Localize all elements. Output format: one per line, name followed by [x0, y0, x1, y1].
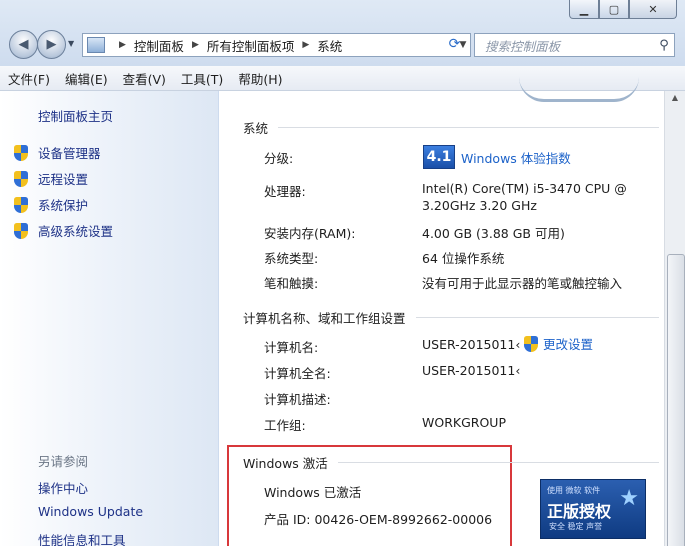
task-pane: 控制面板主页 设备管理器 远程设置 系统保护 高级系统设置 另请参阅 操作中心 … — [0, 91, 218, 546]
divider — [337, 462, 659, 463]
star-icon: ★ — [619, 486, 639, 511]
link-performance[interactable]: 性能信息和工具 — [38, 530, 126, 546]
scroll-thumb[interactable] — [667, 254, 685, 546]
section-title: 系统 — [243, 121, 269, 136]
workgroup-label: 工作组: — [264, 418, 306, 433]
menu-edit[interactable]: 编辑(E) — [57, 69, 115, 88]
refresh-button[interactable]: ⟳ — [441, 33, 468, 55]
forward-arrow-icon: ▶ — [46, 37, 57, 52]
task-system-protection[interactable]: 系统保护 — [14, 195, 88, 214]
forward-button[interactable]: ▶ — [37, 30, 66, 59]
breadcrumb-separator-icon[interactable]: ▶ — [302, 40, 309, 50]
breadcrumb-separator-icon[interactable]: ▶ — [192, 40, 199, 50]
maximize-icon: ▢ — [608, 2, 620, 16]
divider — [415, 317, 659, 318]
address-bar[interactable]: ▶ 控制面板 ▶ 所有控制面板项 ▶ 系统 ▼ — [82, 33, 471, 57]
menu-help[interactable]: 帮助(H) — [230, 69, 289, 88]
genuine-top-text: 使用 微软 软件 — [547, 486, 601, 495]
menu-view[interactable]: 查看(V) — [115, 69, 173, 88]
task-remote-settings[interactable]: 远程设置 — [14, 169, 88, 188]
caption-buttons: ▁ ▢ ✕ — [569, 0, 677, 19]
full-name-label: 计算机全名: — [264, 366, 331, 381]
recent-pages-dropdown-icon[interactable]: ▼ — [68, 39, 74, 48]
windows-logo-fragment — [519, 77, 639, 102]
minimize-button[interactable]: ▁ — [569, 0, 599, 19]
breadcrumb-control-panel[interactable]: 控制面板 — [134, 36, 184, 55]
search-box[interactable]: 搜索控制面板 ⚲ — [474, 33, 675, 57]
computer-name-label: 计算机名: — [264, 340, 319, 355]
full-name-value: USER-2015011‹ — [422, 363, 521, 378]
experience-index-link[interactable]: Windows 体验指数 — [461, 148, 571, 167]
uac-shield-icon — [14, 144, 28, 161]
section-computer-name: 计算机名称、域和工作组设置 — [243, 308, 663, 327]
close-icon: ✕ — [648, 2, 658, 16]
link-windows-update[interactable]: Windows Update — [38, 504, 143, 519]
control-panel-icon — [87, 37, 105, 53]
search-icon[interactable]: ⚲ — [654, 38, 674, 53]
uac-shield-icon — [14, 196, 28, 213]
section-title: Windows 激活 — [243, 456, 328, 471]
ram-label: 安装内存(RAM): — [264, 226, 356, 241]
rating-label: 分级: — [264, 151, 294, 166]
close-button[interactable]: ✕ — [629, 0, 677, 19]
search-input[interactable]: 搜索控制面板 — [485, 36, 654, 55]
description-label: 计算机描述: — [264, 392, 331, 407]
control-panel-window: ▁ ▢ ✕ ◀ ▶ ▼ ▶ 控制面板 ▶ 所有控制面板项 ▶ 系统 ▼ ⟳ 搜索… — [0, 0, 685, 546]
breadcrumb-system[interactable]: 系统 — [317, 36, 342, 55]
experience-index[interactable]: 4.1 Windows 体验指数 — [423, 145, 571, 169]
link-action-center[interactable]: 操作中心 — [38, 478, 88, 497]
activation-status: Windows 已激活 — [264, 485, 362, 500]
cpu-value-speed: 3.20GHz 3.20 GHz — [422, 198, 537, 213]
control-panel-home-link[interactable]: 控制面板主页 — [38, 106, 113, 125]
change-settings-link[interactable]: 更改设置 — [524, 334, 593, 353]
genuine-software-badge[interactable]: 使用 微软 软件 正版授权 安全 稳定 声誉 ★ — [540, 479, 646, 539]
section-system: 系统 — [243, 118, 663, 137]
change-settings-label[interactable]: 更改设置 — [543, 334, 593, 353]
system-type-label: 系统类型: — [264, 251, 319, 266]
vertical-scrollbar[interactable]: ▲ — [664, 91, 685, 546]
system-details-pane: 系统 分级: 4.1 Windows 体验指数 处理器: Intel(R) Co… — [219, 91, 665, 546]
genuine-bottom-text: 安全 稳定 声誉 — [549, 522, 603, 531]
pen-touch-value: 没有可用于此显示器的笔或触控输入 — [422, 276, 623, 291]
task-label: 远程设置 — [38, 172, 89, 187]
menu-tools[interactable]: 工具(T) — [173, 69, 230, 88]
uac-shield-icon — [14, 170, 28, 187]
breadcrumb-all-items[interactable]: 所有控制面板项 — [207, 36, 295, 55]
menu-file[interactable]: 文件(F) — [0, 69, 57, 88]
minimize-icon: ▁ — [579, 2, 589, 16]
uac-shield-icon — [524, 335, 538, 352]
product-id: 产品 ID: 00426-OEM-8992662-00006 — [264, 512, 493, 527]
task-label: 设备管理器 — [38, 146, 101, 161]
section-title: 计算机名称、域和工作组设置 — [243, 311, 406, 326]
cpu-label: 处理器: — [264, 184, 306, 199]
workgroup-value: WORKGROUP — [422, 415, 506, 430]
task-label: 高级系统设置 — [38, 224, 114, 239]
uac-shield-icon — [14, 222, 28, 239]
section-activation: Windows 激活 — [243, 453, 663, 472]
navigation-bar: ◀ ▶ ▼ ▶ 控制面板 ▶ 所有控制面板项 ▶ 系统 ▼ ⟳ 搜索控制面板 ⚲ — [0, 30, 685, 60]
maximize-button[interactable]: ▢ — [599, 0, 629, 19]
see-also-heading: 另请参阅 — [38, 454, 89, 469]
task-advanced-settings[interactable]: 高级系统设置 — [14, 221, 113, 240]
rating-score-badge: 4.1 — [423, 145, 455, 169]
task-label: 系统保护 — [38, 198, 89, 213]
divider — [278, 127, 659, 128]
pen-touch-label: 笔和触摸: — [264, 276, 319, 291]
ram-value: 4.00 GB (3.88 GB 可用) — [422, 226, 565, 241]
genuine-main-text: 正版授权 — [547, 502, 612, 521]
system-type-value: 64 位操作系统 — [422, 251, 505, 266]
back-button[interactable]: ◀ — [9, 30, 38, 59]
task-device-manager[interactable]: 设备管理器 — [14, 143, 101, 162]
computer-name-value: USER-2015011‹ — [422, 337, 521, 352]
cpu-value: Intel(R) Core(TM) i5-3470 CPU @ — [422, 181, 627, 196]
refresh-icon: ⟳ — [448, 36, 461, 52]
scroll-up-icon[interactable]: ▲ — [668, 93, 682, 107]
breadcrumb-separator-icon[interactable]: ▶ — [119, 40, 126, 50]
back-arrow-icon: ◀ — [18, 37, 29, 52]
